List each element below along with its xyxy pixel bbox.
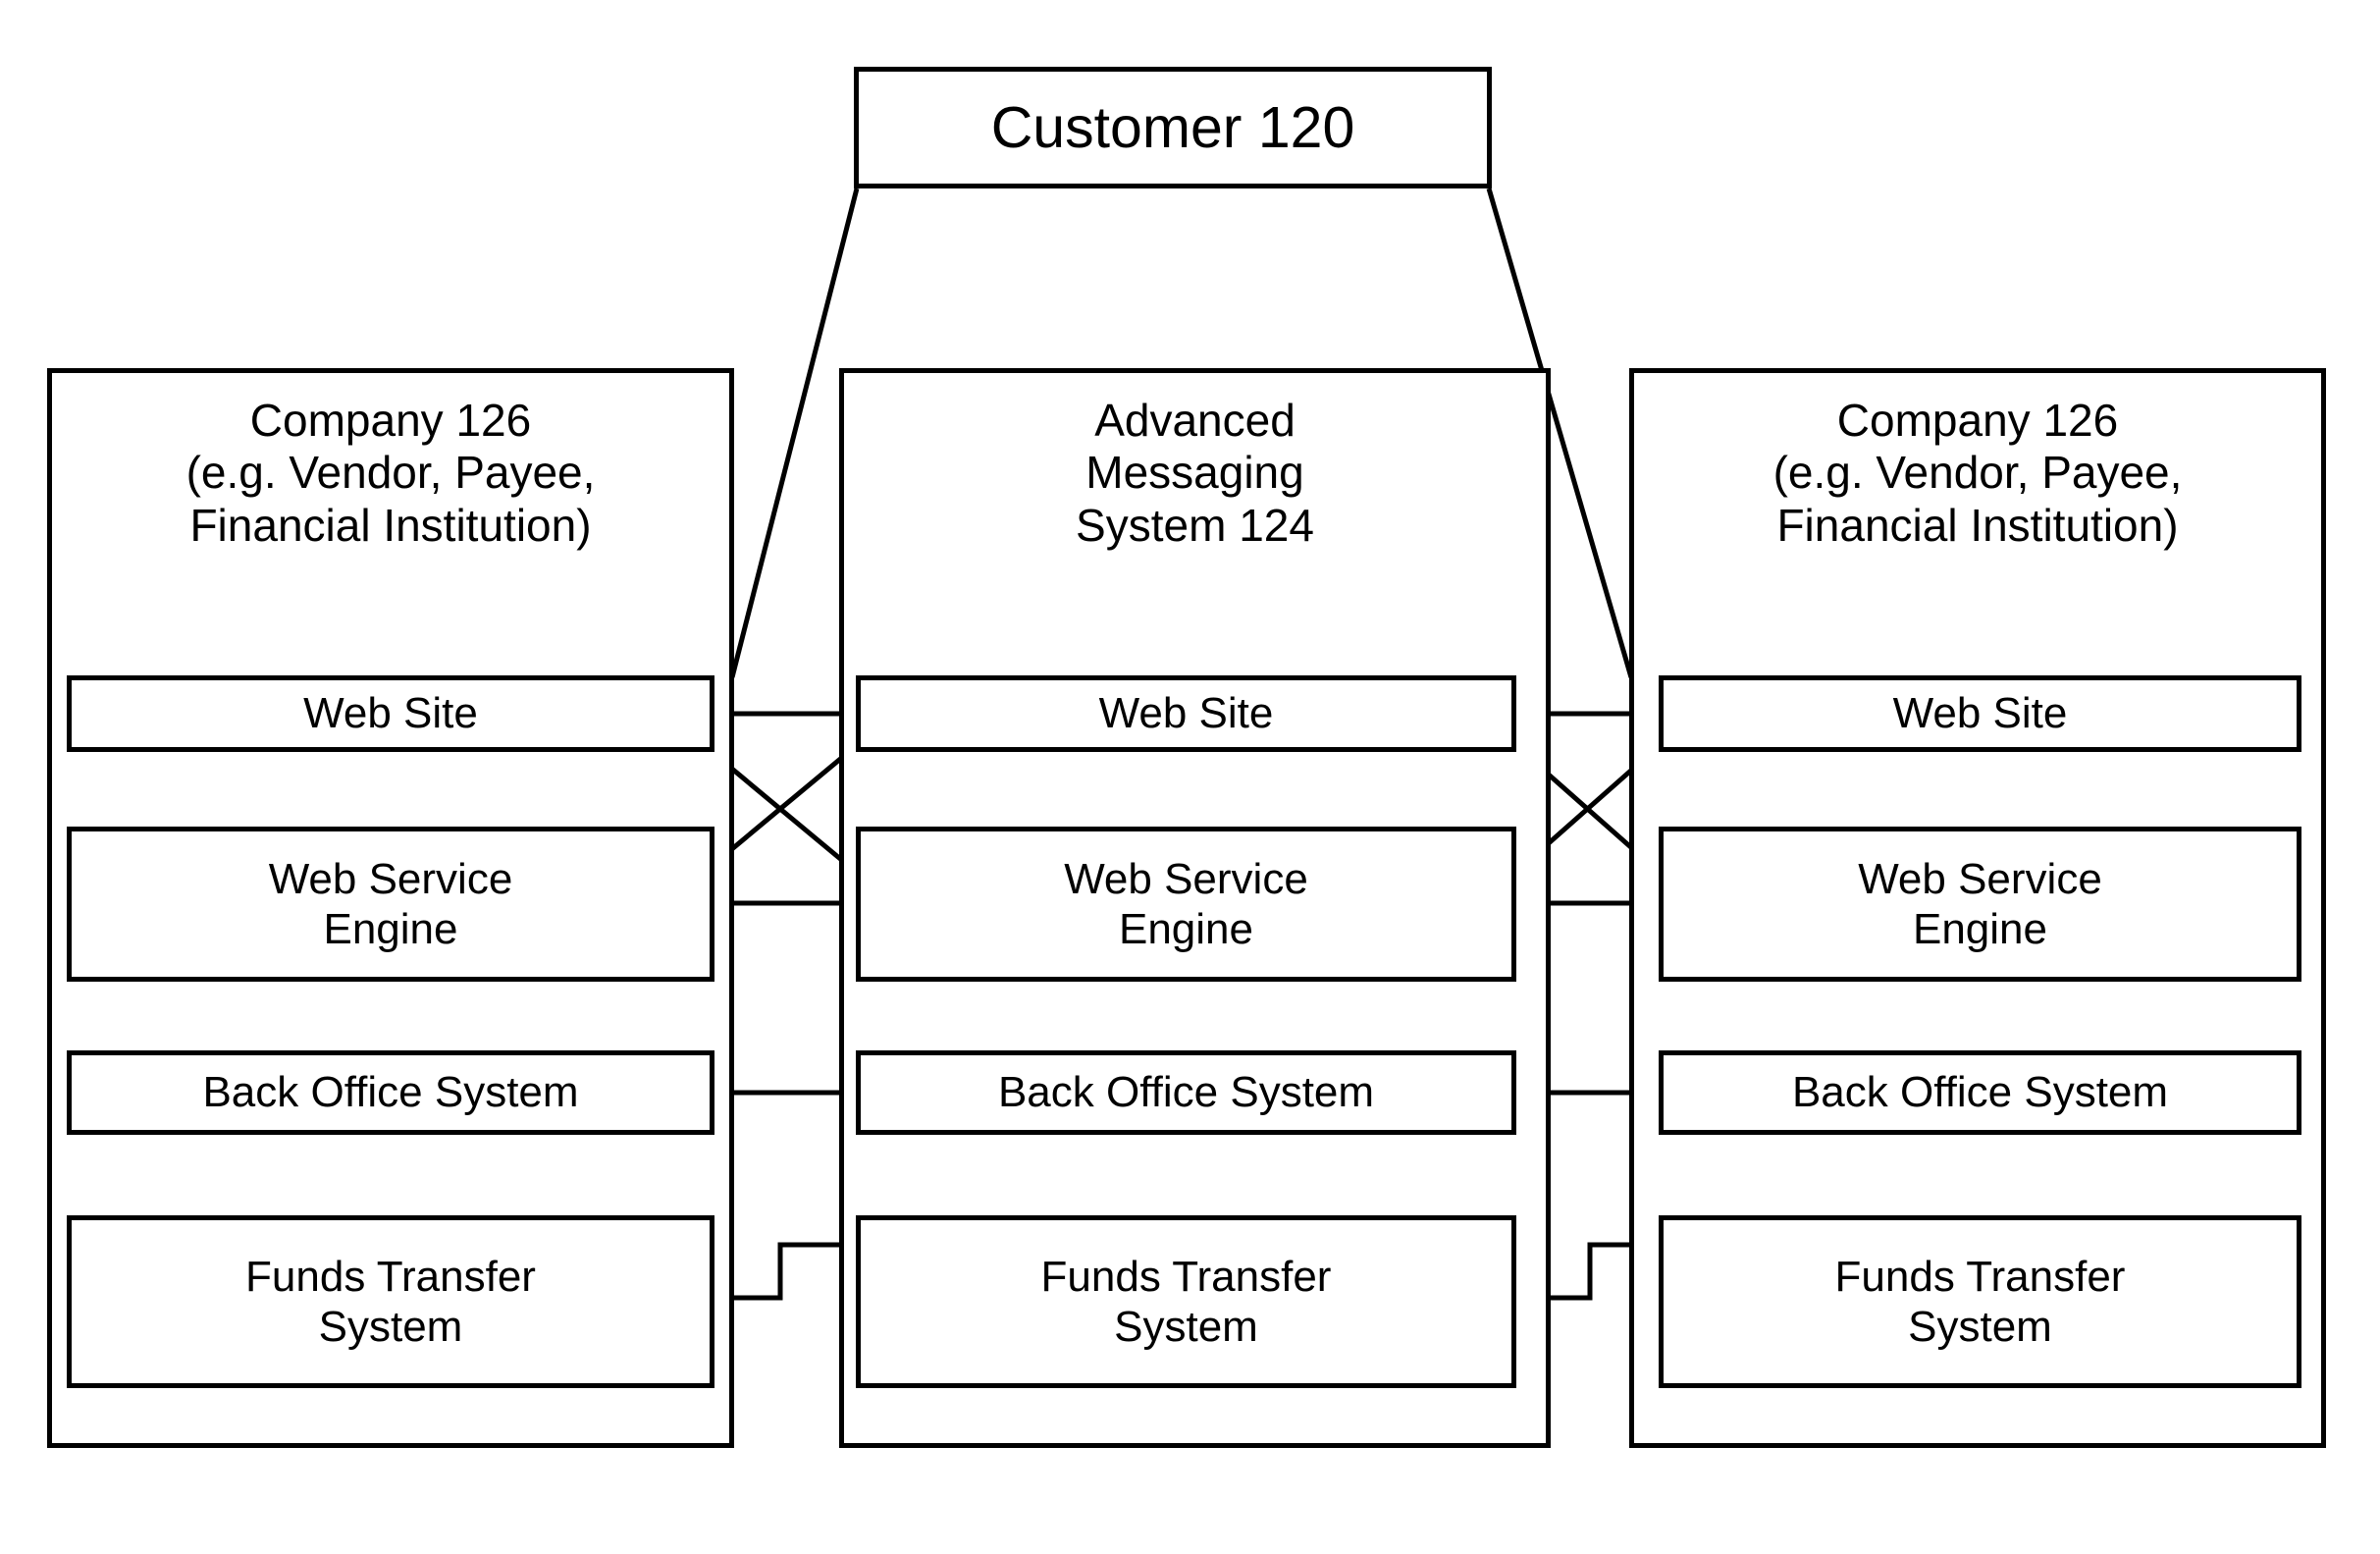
messaging-system-back-office-label: Back Office System [997, 1068, 1375, 1117]
left-company-back-office-label: Back Office System [202, 1068, 579, 1117]
customer-label: Customer 120 [990, 94, 1355, 160]
left-company-funds-transfer-label: Funds Transfer System [245, 1252, 536, 1351]
right-company-back-office-label: Back Office System [1791, 1068, 2169, 1117]
messaging-system-web-site-box[interactable]: Web Site [856, 675, 1516, 752]
column-right-company-header: Company 126 (e.g. Vendor, Payee, Financi… [1772, 395, 2183, 551]
right-company-back-office-box[interactable]: Back Office System [1659, 1050, 2301, 1135]
column-left-company-header: Company 126 (e.g. Vendor, Payee, Financi… [185, 395, 596, 551]
messaging-system-funds-transfer-box[interactable]: Funds Transfer System [856, 1215, 1516, 1388]
right-company-web-site-box[interactable]: Web Site [1659, 675, 2301, 752]
messaging-system-web-site-label: Web Site [1098, 689, 1274, 738]
right-company-funds-transfer-box[interactable]: Funds Transfer System [1659, 1215, 2301, 1388]
right-company-web-service-engine-box[interactable]: Web Service Engine [1659, 827, 2301, 982]
diagram-canvas: Customer 120 Company 126 (e.g. Vendor, P… [0, 0, 2380, 1554]
right-company-funds-transfer-label: Funds Transfer System [1834, 1252, 2126, 1351]
left-company-web-site-label: Web Site [303, 689, 478, 738]
left-company-back-office-box[interactable]: Back Office System [67, 1050, 714, 1135]
customer-box[interactable]: Customer 120 [854, 67, 1492, 188]
left-company-funds-transfer-box[interactable]: Funds Transfer System [67, 1215, 714, 1388]
left-company-web-service-engine-box[interactable]: Web Service Engine [67, 827, 714, 982]
left-company-web-service-engine-label: Web Service Engine [268, 854, 513, 953]
messaging-system-back-office-box[interactable]: Back Office System [856, 1050, 1516, 1135]
messaging-system-web-service-engine-label: Web Service Engine [1064, 854, 1308, 953]
messaging-system-funds-transfer-label: Funds Transfer System [1040, 1252, 1332, 1351]
left-company-web-site-box[interactable]: Web Site [67, 675, 714, 752]
right-company-web-site-label: Web Site [1892, 689, 2068, 738]
messaging-system-web-service-engine-box[interactable]: Web Service Engine [856, 827, 1516, 982]
column-messaging-system-header: Advanced Messaging System 124 [1076, 395, 1314, 551]
right-company-web-service-engine-label: Web Service Engine [1858, 854, 2102, 953]
connector-customer-to-left-web-site [729, 188, 860, 678]
